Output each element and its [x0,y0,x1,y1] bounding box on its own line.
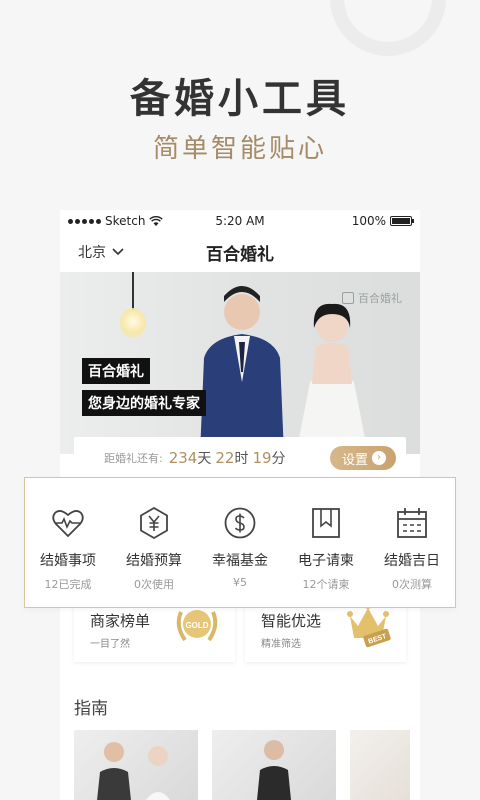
countdown-days: 234 [168,449,198,467]
countdown-minutes-unit: 分 [271,451,286,467]
tool-label: 电子请柬 [298,553,354,569]
tool-subtext: 12个请柬 [302,578,350,591]
countdown-hours: 22 [215,449,235,467]
heartbeat-heart-icon [52,510,84,538]
guide-thumb-groom[interactable] [212,730,336,800]
lamp-wire [132,272,134,310]
tool-subtext: 0次使用 [134,578,174,591]
banner-brand-mark: 百合婚礼 [342,290,402,306]
guide-thumbnails [74,730,420,800]
tool-label: 结婚事项 [40,553,96,569]
banner-tag-brand: 百合婚礼 [82,358,150,384]
lightbulb-icon [120,308,146,338]
set-date-label: 设置 [341,452,368,468]
arrow-right-icon: › [372,451,386,465]
status-bar: Sketch 5:20 AM 100% [60,210,420,232]
svg-text:GOLD: GOLD [185,621,208,630]
tool-subtext: ¥5 [233,576,247,589]
chevron-down-icon [112,248,124,256]
bride-photo [296,303,368,454]
promo-subline: 简单智能贴心 [152,134,327,164]
hero-banner[interactable]: 百合婚礼 百合婚礼 您身边的婚礼专家 [60,272,420,454]
signal-carrier: Sketch [68,214,164,228]
tool-label: 幸福基金 [212,553,268,569]
tool-happiness-fund[interactable]: 幸福基金 ¥5 [197,478,283,607]
wedding-tools-panel: 结婚事项 12已完成 结婚预算 0次使用 幸福基金 ¥5 电子请柬 12个请柬 … [24,477,456,608]
countdown-hours-unit: 时 [234,451,249,467]
battery-icon [390,216,414,226]
countdown-days-unit: 天 [197,451,212,467]
calendar-icon [397,508,427,538]
dollar-circle-icon [224,507,256,539]
carrier-name: Sketch [105,214,146,228]
signal-dots-icon [68,218,101,224]
tool-e-invitation[interactable]: 电子请柬 12个请柬 [283,478,369,607]
banner-tag-slogan: 您身边的婚礼专家 [82,390,206,416]
tool-wedding-checklist[interactable]: 结婚事项 12已完成 [25,478,111,607]
countdown-minutes: 19 [252,449,272,467]
guide-section-title: 指南 [74,699,108,719]
battery-status: 100% [351,214,414,228]
bookmark-invite-icon [312,508,340,538]
yuan-hexagon-icon [140,506,168,540]
wedding-countdown: 距婚礼还有: 234 天 22 时 19 分 设置 › [74,437,406,479]
city-selector[interactable]: 北京 [78,242,124,262]
brand-logo-icon [342,292,354,304]
app-navbar: 北京 百合婚礼 [60,232,420,272]
countdown-label: 距婚礼还有: [104,452,163,465]
tool-subtext: 12已完成 [44,578,92,591]
groom-thumb-photo [257,740,291,800]
banner-brand: 百合婚礼 [358,292,402,305]
tool-wedding-budget[interactable]: 结婚预算 0次使用 [111,478,197,607]
guide-thumb-couple[interactable] [74,730,198,800]
tool-label: 结婚预算 [126,553,182,569]
wifi-icon [149,215,164,226]
decorative-circle [330,0,446,56]
promo-headline: 备婚小工具 [130,76,350,122]
city-label: 北京 [78,245,106,261]
tool-lucky-day[interactable]: 结婚吉日 0次测算 [369,478,455,607]
battery-percent: 100% [351,214,386,228]
tool-subtext: 0次测算 [392,578,432,591]
tool-label: 结婚吉日 [384,553,440,569]
set-date-button[interactable]: 设置 › [329,446,396,470]
couple-photo [97,742,170,800]
guide-thumb-more[interactable] [350,730,410,800]
